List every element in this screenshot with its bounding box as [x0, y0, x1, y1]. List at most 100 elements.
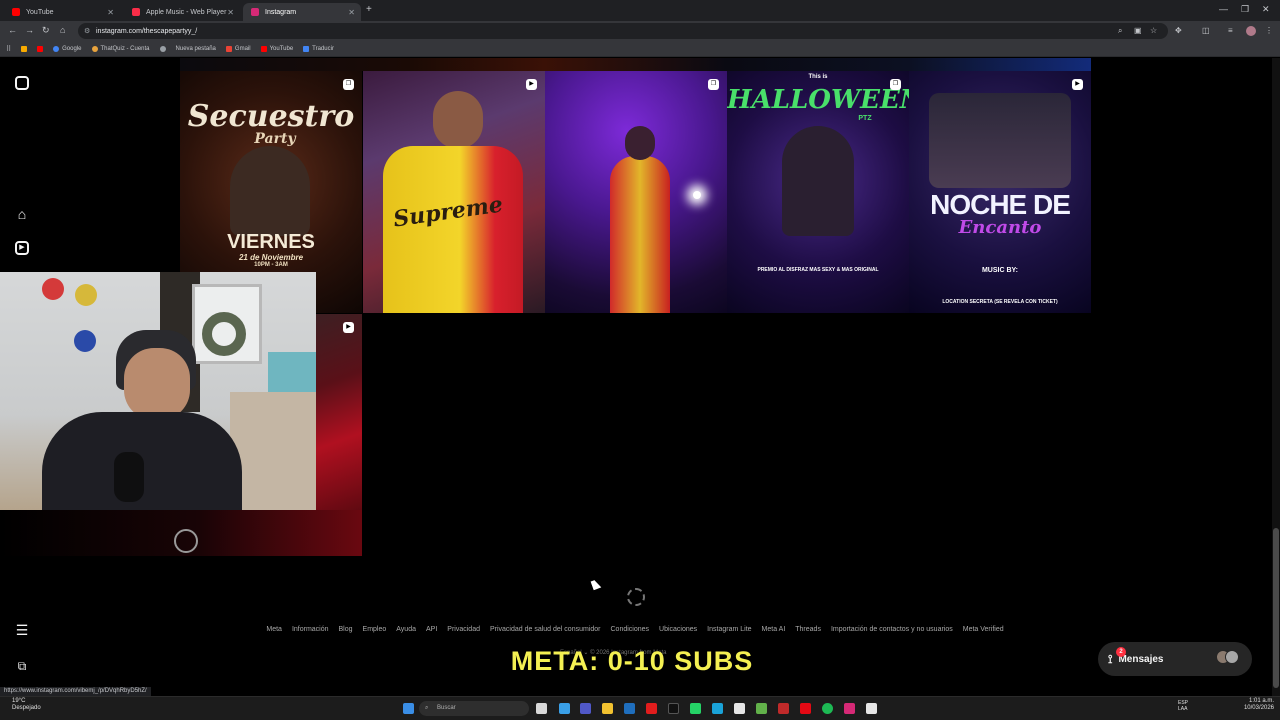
chrome-icon[interactable]: [734, 703, 745, 714]
maximize-icon[interactable]: ❐: [1241, 4, 1249, 15]
apps-grid-icon[interactable]: ⠿: [6, 45, 11, 53]
menu-icon[interactable]: ☰: [14, 622, 30, 638]
wall-hat-red: [42, 278, 64, 300]
bookmark-new-tab[interactable]: Nueva pestaña: [176, 46, 216, 52]
task-view-icon[interactable]: [536, 703, 547, 714]
bookmark-gmail[interactable]: Gmail: [225, 45, 251, 52]
bookmark-google[interactable]: Google: [53, 45, 82, 52]
post-tile-noche-de-encanto[interactable]: NOCHE DE Encanto MUSIC BY: LOCATION SECR…: [909, 71, 1091, 313]
minecraft-icon[interactable]: [756, 703, 767, 714]
footer-link[interactable]: Condiciones: [611, 626, 650, 633]
tab-youtube[interactable]: YouTube ✕: [4, 3, 120, 21]
windows-start-icon[interactable]: [403, 703, 414, 714]
search-placeholder: Buscar: [437, 705, 456, 711]
install-app-icon[interactable]: ▣: [1134, 26, 1142, 35]
gmail-icon: [225, 45, 232, 52]
tab-search-icon[interactable]: ≡: [1228, 26, 1233, 35]
home-icon[interactable]: ⌂: [14, 206, 30, 222]
system-clock[interactable]: 1:01 a.m. 10/03/2026: [1244, 698, 1274, 712]
input-language-indicator[interactable]: ESP LAA: [1178, 700, 1188, 712]
bookmark-chip[interactable]: [159, 45, 166, 52]
carousel-icon: ❐: [890, 79, 901, 90]
spotify-icon[interactable]: [822, 703, 833, 714]
messages-button[interactable]: ⟟ 2 Mensajes: [1098, 642, 1252, 676]
crowd-jacket: [610, 156, 670, 313]
tab-apple-music[interactable]: Apple Music - Web Player ✕: [124, 3, 240, 21]
youtube-icon: [37, 45, 44, 52]
wall-hat-blue: [74, 330, 96, 352]
reel-icon: ▶: [343, 322, 354, 333]
address-bar[interactable]: ⚙ instagram.com/thescapepartyy_/: [78, 23, 1168, 39]
file-explorer-icon[interactable]: [602, 703, 613, 714]
artist-photo: [782, 126, 854, 236]
scrollbar-thumb[interactable]: [1273, 528, 1279, 688]
bookmark-translate[interactable]: Traducir: [303, 45, 334, 52]
weather-widget[interactable]: 19°C Despejado: [12, 698, 41, 712]
back-icon[interactable]: ←: [8, 25, 17, 35]
tab-title: Instagram: [265, 8, 297, 16]
carousel-icon: ❐: [708, 79, 719, 90]
bookmark-chip[interactable]: [21, 45, 28, 52]
close-tab-icon[interactable]: ✕: [227, 8, 234, 17]
zoom-icon[interactable]: ⌕: [1118, 26, 1122, 36]
store-icon[interactable]: [624, 703, 635, 714]
post-tile-halloween[interactable]: This is HALLOWEEN PTZ PREMIO AL DISFRAZ …: [727, 71, 909, 313]
tiktok-icon[interactable]: [668, 703, 679, 714]
netflix-icon[interactable]: [800, 703, 811, 714]
reload-icon[interactable]: ↻: [42, 25, 50, 36]
footer-link[interactable]: Información: [292, 626, 329, 633]
bookmark-folder-icon: [21, 45, 28, 52]
instagram-logo-icon[interactable]: [15, 76, 29, 90]
menu-dots-icon[interactable]: ⋮: [1265, 26, 1273, 35]
whatsapp-icon[interactable]: [690, 703, 701, 714]
edge-icon[interactable]: [712, 703, 723, 714]
footer-link[interactable]: API: [426, 626, 437, 633]
new-tab-icon[interactable]: +: [366, 4, 372, 15]
footer-link[interactable]: Privacidad de salud del consumidor: [490, 626, 601, 633]
post-subtitle: Party: [254, 131, 296, 147]
footer-link[interactable]: Ubicaciones: [659, 626, 697, 633]
home-icon[interactable]: ⌂: [60, 25, 65, 35]
footer-link[interactable]: Blog: [339, 626, 353, 633]
close-window-icon[interactable]: ✕: [1262, 4, 1270, 15]
lang-line: LAA: [1178, 706, 1188, 712]
instagram-app-icon[interactable]: [844, 703, 855, 714]
footer-link[interactable]: Importación de contactos y no usuarios: [831, 626, 953, 633]
tab-instagram[interactable]: Instagram ✕: [243, 3, 361, 21]
reels-icon[interactable]: ▶: [15, 241, 29, 255]
teams-icon[interactable]: [580, 703, 591, 714]
minimize-icon[interactable]: —: [1219, 4, 1228, 14]
copilot-icon[interactable]: [559, 703, 570, 714]
footer-link[interactable]: Instagram Lite: [707, 626, 751, 633]
footer-link[interactable]: Meta AI: [762, 626, 786, 633]
bookmark-star-icon[interactable]: ☆: [1150, 26, 1157, 35]
app-icon[interactable]: [778, 703, 789, 714]
taskbar-search[interactable]: ⌕ Buscar: [419, 701, 529, 716]
browser-toolbar: ← → ↻ ⌂ ⚙ instagram.com/thescapepartyy_/…: [0, 21, 1280, 41]
footer-link[interactable]: Ayuda: [396, 626, 416, 633]
bookmark-youtube[interactable]: YouTube: [260, 45, 293, 52]
post-tile-supreme[interactable]: Supreme ▶: [363, 71, 545, 313]
forward-icon[interactable]: →: [25, 25, 34, 35]
youtube-app-icon[interactable]: [646, 703, 657, 714]
side-panel-icon[interactable]: ◫: [1202, 26, 1210, 35]
footer-link[interactable]: Meta: [266, 626, 282, 633]
bed: [230, 392, 316, 510]
profile-avatar[interactable]: [1246, 26, 1256, 36]
bookmark-label: ThatQuiz - Cuenta: [100, 45, 150, 52]
site-info-icon[interactable]: ⚙: [84, 27, 90, 35]
wall-hat-yellow: [75, 284, 97, 306]
post-tile-party-crowd[interactable]: ❐: [545, 71, 727, 313]
instagram-favicon-icon: [251, 8, 259, 16]
page-scrollbar[interactable]: [1272, 58, 1280, 696]
close-tab-icon[interactable]: ✕: [107, 8, 114, 17]
extensions-icon[interactable]: ✥: [1175, 26, 1182, 35]
footer-link[interactable]: Meta Verified: [963, 626, 1004, 633]
footer-link[interactable]: Empleo: [363, 626, 387, 633]
chrome-active-icon[interactable]: [866, 703, 877, 714]
close-tab-icon[interactable]: ✕: [348, 8, 355, 17]
bookmark-thatquiz[interactable]: ThatQuiz - Cuenta: [91, 45, 150, 52]
bookmark-chip[interactable]: [37, 45, 44, 52]
footer-link[interactable]: Threads: [795, 626, 821, 633]
footer-link[interactable]: Privacidad: [447, 626, 480, 633]
